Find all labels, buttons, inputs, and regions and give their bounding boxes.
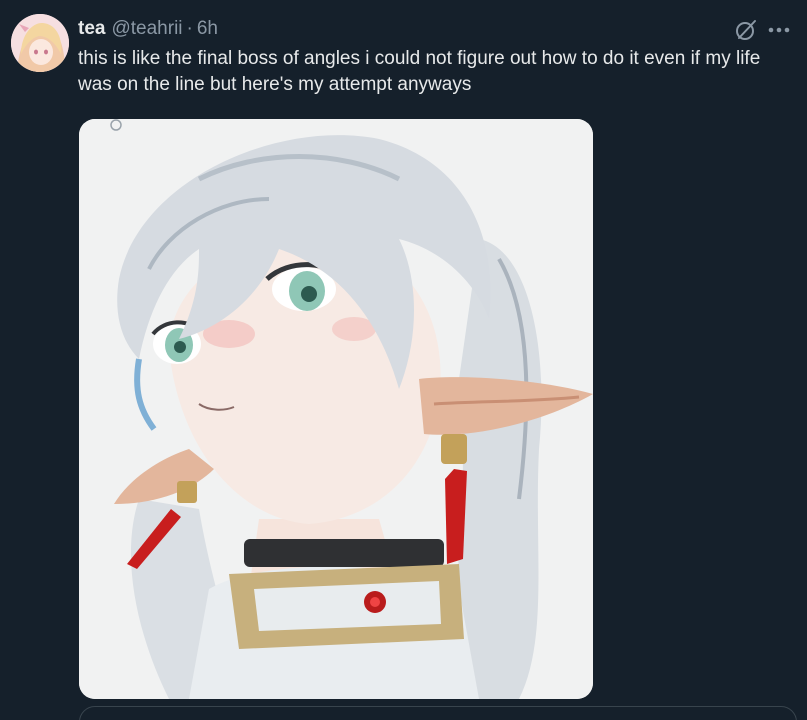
- grok-icon[interactable]: [734, 18, 758, 42]
- tweet-header: tea @teahrii · 6h: [78, 17, 218, 41]
- timestamp[interactable]: 6h: [197, 18, 218, 39]
- anime-elf-illustration: [79, 119, 593, 699]
- tweet-image[interactable]: [79, 119, 593, 699]
- user-handle[interactable]: @teahrii: [111, 18, 182, 39]
- next-content-card: [79, 706, 797, 720]
- tweet[interactable]: tea @teahrii · 6h this is like the final bo…: [0, 0, 807, 720]
- separator-dot: ·: [186, 18, 193, 39]
- display-name[interactable]: tea: [78, 18, 105, 39]
- avatar[interactable]: [11, 14, 69, 72]
- more-options-icon[interactable]: [765, 18, 793, 42]
- tweet-text: this is like the final boss of angles i …: [78, 48, 761, 95]
